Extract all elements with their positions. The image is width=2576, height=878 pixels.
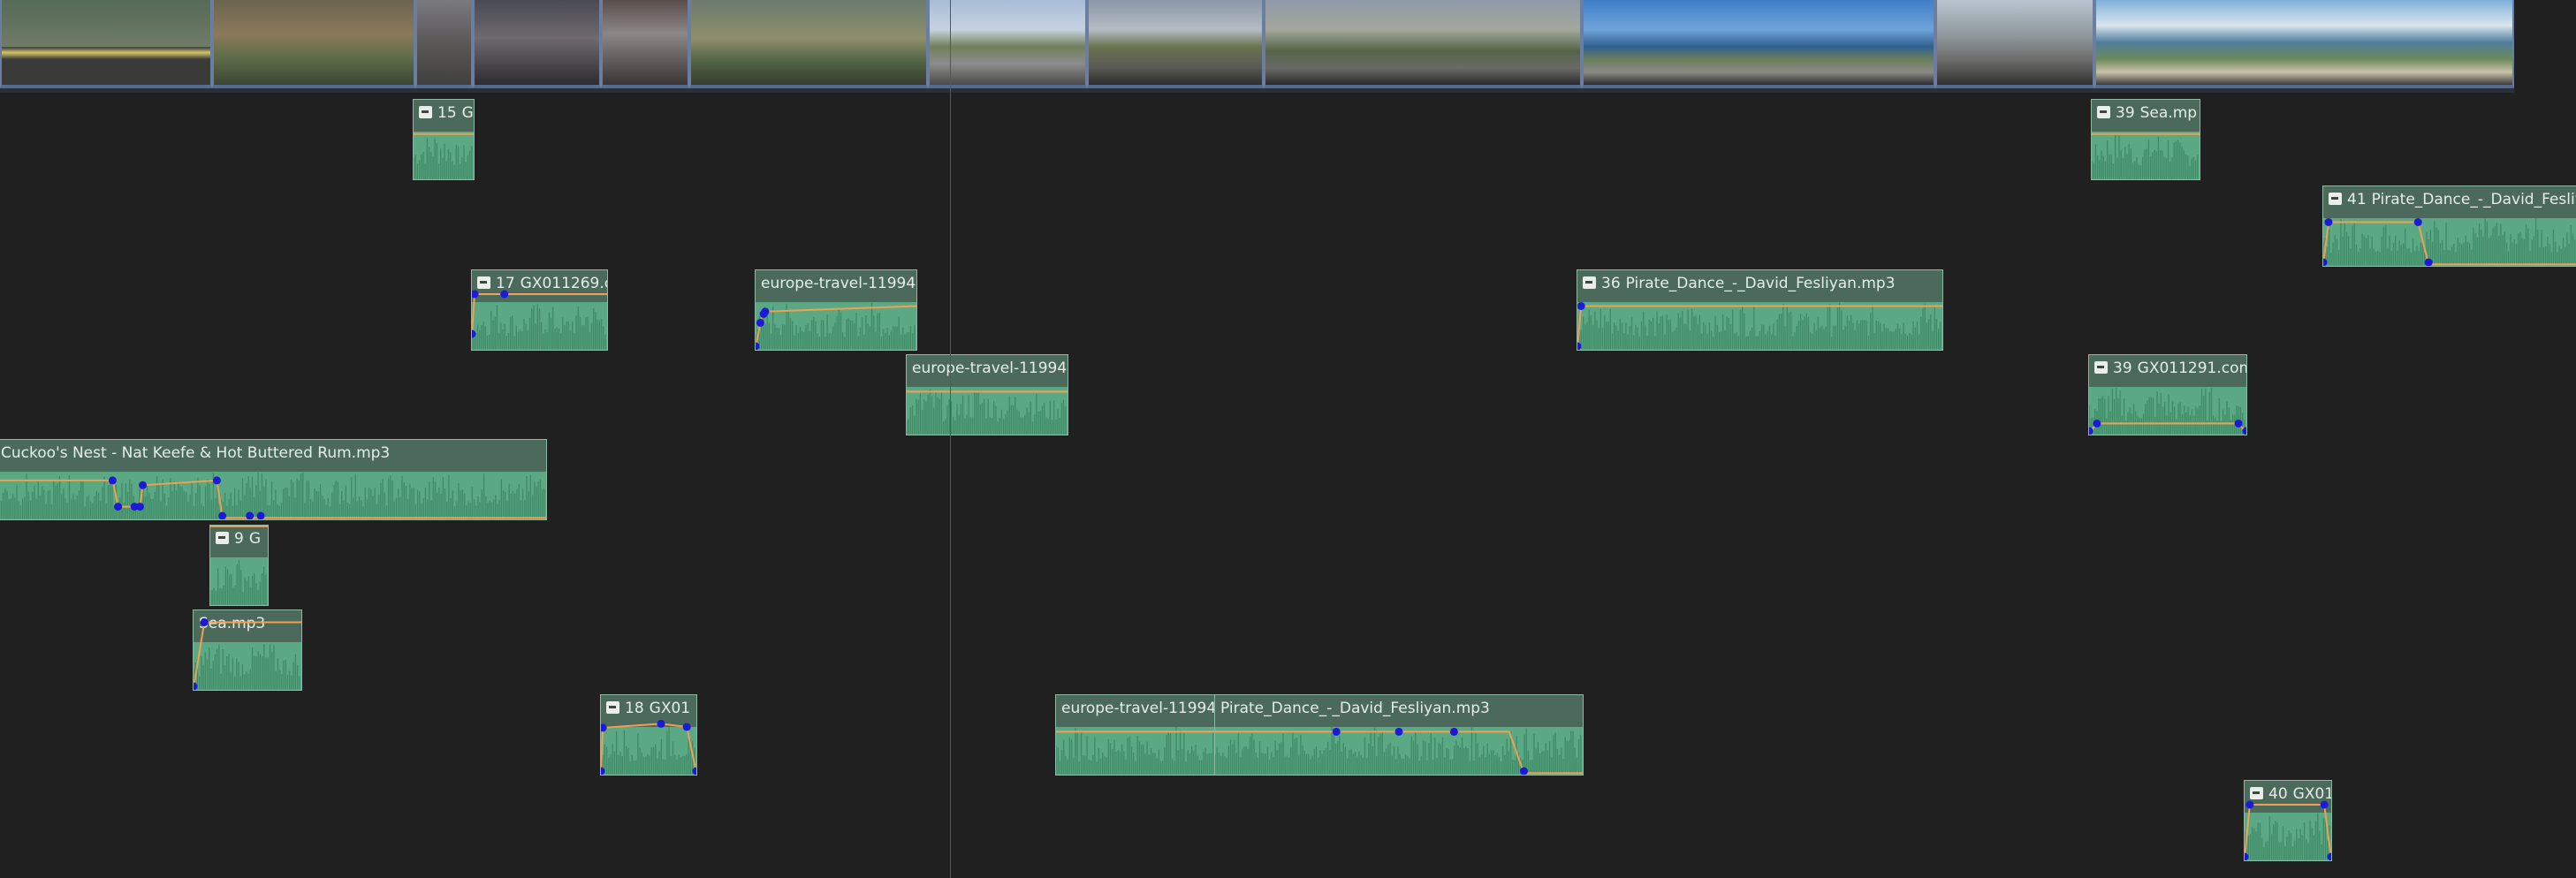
keyframe-dot[interactable] — [135, 503, 144, 511]
video-thumbnail[interactable] — [1264, 0, 1582, 88]
keyframe-dot[interactable] — [761, 307, 770, 316]
keyframe-dot[interactable] — [2244, 852, 2249, 861]
keyframe-dot[interactable] — [1577, 342, 1582, 351]
keyframe-dot[interactable] — [2245, 800, 2254, 809]
keyframe-dot[interactable] — [657, 719, 665, 728]
keyframe-dot[interactable] — [2424, 258, 2433, 267]
keyframe-dot[interactable] — [256, 511, 265, 520]
audio-clip[interactable]: europe-travel-119948. — [906, 354, 1068, 435]
keyframe-dot[interactable] — [114, 503, 123, 511]
keyframe-dot[interactable] — [600, 723, 607, 732]
audio-clip[interactable]: 41 Pirate_Dance_-_David_Fesliya — [2322, 185, 2576, 267]
timeline[interactable]: 15 G 39 Sea.mp 41 Pirate_Dance_-_David_Fesl… — [0, 0, 2576, 878]
audio-clip[interactable]: Sea.mp3 — [193, 609, 302, 691]
keyframe-dot[interactable] — [108, 476, 117, 485]
video-track[interactable] — [0, 0, 2514, 93]
video-thumbnail[interactable] — [1087, 0, 1264, 88]
video-thumbnail[interactable] — [415, 0, 473, 88]
video-thumbnail[interactable] — [928, 0, 1087, 88]
keyframe-dot[interactable] — [1577, 302, 1585, 310]
volume-envelope[interactable] — [1056, 695, 1215, 775]
keyframe-dot[interactable] — [2093, 419, 2101, 428]
envelope-line[interactable] — [1577, 305, 1942, 349]
playhead[interactable] — [950, 0, 951, 878]
envelope-line[interactable] — [2323, 221, 2576, 266]
envelope-line[interactable] — [472, 293, 607, 335]
video-thumbnail[interactable] — [473, 0, 601, 88]
envelope-line[interactable] — [601, 723, 696, 774]
keyframe-dot[interactable] — [2322, 258, 2328, 267]
envelope-line[interactable] — [194, 621, 301, 689]
keyframe-dot[interactable] — [682, 723, 691, 731]
audio-clip[interactable]: 17 GX011269.c — [471, 269, 608, 351]
volume-envelope[interactable] — [1215, 695, 1583, 775]
volume-envelope[interactable] — [907, 355, 1068, 435]
audio-clip[interactable]: europe-travel-119948. — [1055, 694, 1216, 776]
keyframe-dot[interactable] — [2327, 852, 2333, 861]
keyframe-dot[interactable] — [2320, 800, 2329, 809]
volume-envelope[interactable] — [2092, 100, 2200, 179]
keyframe-dot[interactable] — [471, 329, 476, 338]
video-thumbnail[interactable] — [0, 0, 212, 88]
keyframe-dot[interactable] — [756, 318, 764, 327]
keyframe-dot[interactable] — [500, 290, 509, 299]
volume-envelope[interactable] — [2245, 781, 2331, 860]
envelope-line[interactable] — [0, 479, 546, 519]
video-thumbnail[interactable] — [1582, 0, 1935, 88]
audio-clip[interactable]: 36 Pirate_Dance_-_David_Fesliyan.mp3 — [1577, 269, 1943, 351]
volume-envelope[interactable] — [2323, 186, 2576, 266]
keyframe-dot[interactable] — [246, 511, 255, 520]
video-thumbnail[interactable] — [212, 0, 415, 88]
audio-clip[interactable]: 15 G — [413, 99, 475, 180]
keyframe-dot[interactable] — [1449, 727, 1458, 736]
envelope-line[interactable] — [2245, 804, 2331, 859]
keyframe-dot[interactable] — [2413, 218, 2422, 226]
audio-clip[interactable]: 39 Sea.mp — [2091, 99, 2200, 180]
keyframe-dot[interactable] — [2324, 218, 2333, 226]
audio-clip[interactable]: Cuckoo's Nest - Nat Keefe & Hot Buttered… — [0, 439, 547, 520]
volume-envelope[interactable] — [0, 440, 546, 519]
video-thumbnail[interactable] — [2094, 0, 2514, 88]
audio-clip[interactable]: europe-travel-119948. — [755, 269, 917, 351]
envelope-line[interactable] — [2089, 422, 2246, 434]
keyframe-dot[interactable] — [1394, 727, 1403, 736]
volume-envelope[interactable] — [756, 270, 916, 350]
video-thumbnail[interactable] — [689, 0, 928, 88]
volume-envelope[interactable] — [210, 526, 268, 605]
keyframe-dot[interactable] — [1332, 727, 1341, 736]
audio-clip[interactable]: 40 GX01 — [2244, 780, 2332, 861]
keyframe-dot[interactable] — [212, 476, 221, 485]
video-thumbnail[interactable] — [601, 0, 689, 88]
keyframe-dot[interactable] — [218, 511, 227, 520]
volume-envelope[interactable] — [194, 610, 301, 690]
audio-clip[interactable]: Pirate_Dance_-_David_Fesliyan.mp3 — [1214, 694, 1584, 776]
envelope-line[interactable] — [756, 305, 916, 349]
volume-envelope[interactable] — [414, 100, 474, 179]
keyframe-dot[interactable] — [755, 342, 760, 351]
keyframe-dot[interactable] — [1519, 767, 1528, 776]
volume-envelope[interactable] — [472, 270, 607, 350]
volume-envelope[interactable] — [2089, 355, 2246, 435]
envelope-line[interactable] — [1215, 730, 1583, 775]
keyframe-dot[interactable] — [200, 618, 209, 626]
keyframe-dot[interactable] — [471, 290, 479, 299]
keyframe-dot[interactable] — [139, 481, 148, 489]
audio-clip[interactable]: 18 GX01 — [600, 694, 697, 776]
audio-clip[interactable]: 39 GX011291.com — [2088, 354, 2247, 435]
video-thumbnail[interactable] — [1935, 0, 2094, 88]
keyframe-dot[interactable] — [600, 767, 605, 776]
volume-envelope[interactable] — [601, 695, 696, 775]
volume-envelope[interactable] — [1577, 270, 1942, 350]
keyframe-dot[interactable] — [193, 682, 198, 691]
keyframe-dot[interactable] — [2234, 419, 2243, 428]
audio-clip[interactable]: 9G — [209, 525, 269, 606]
keyframe-dot[interactable] — [692, 767, 698, 776]
